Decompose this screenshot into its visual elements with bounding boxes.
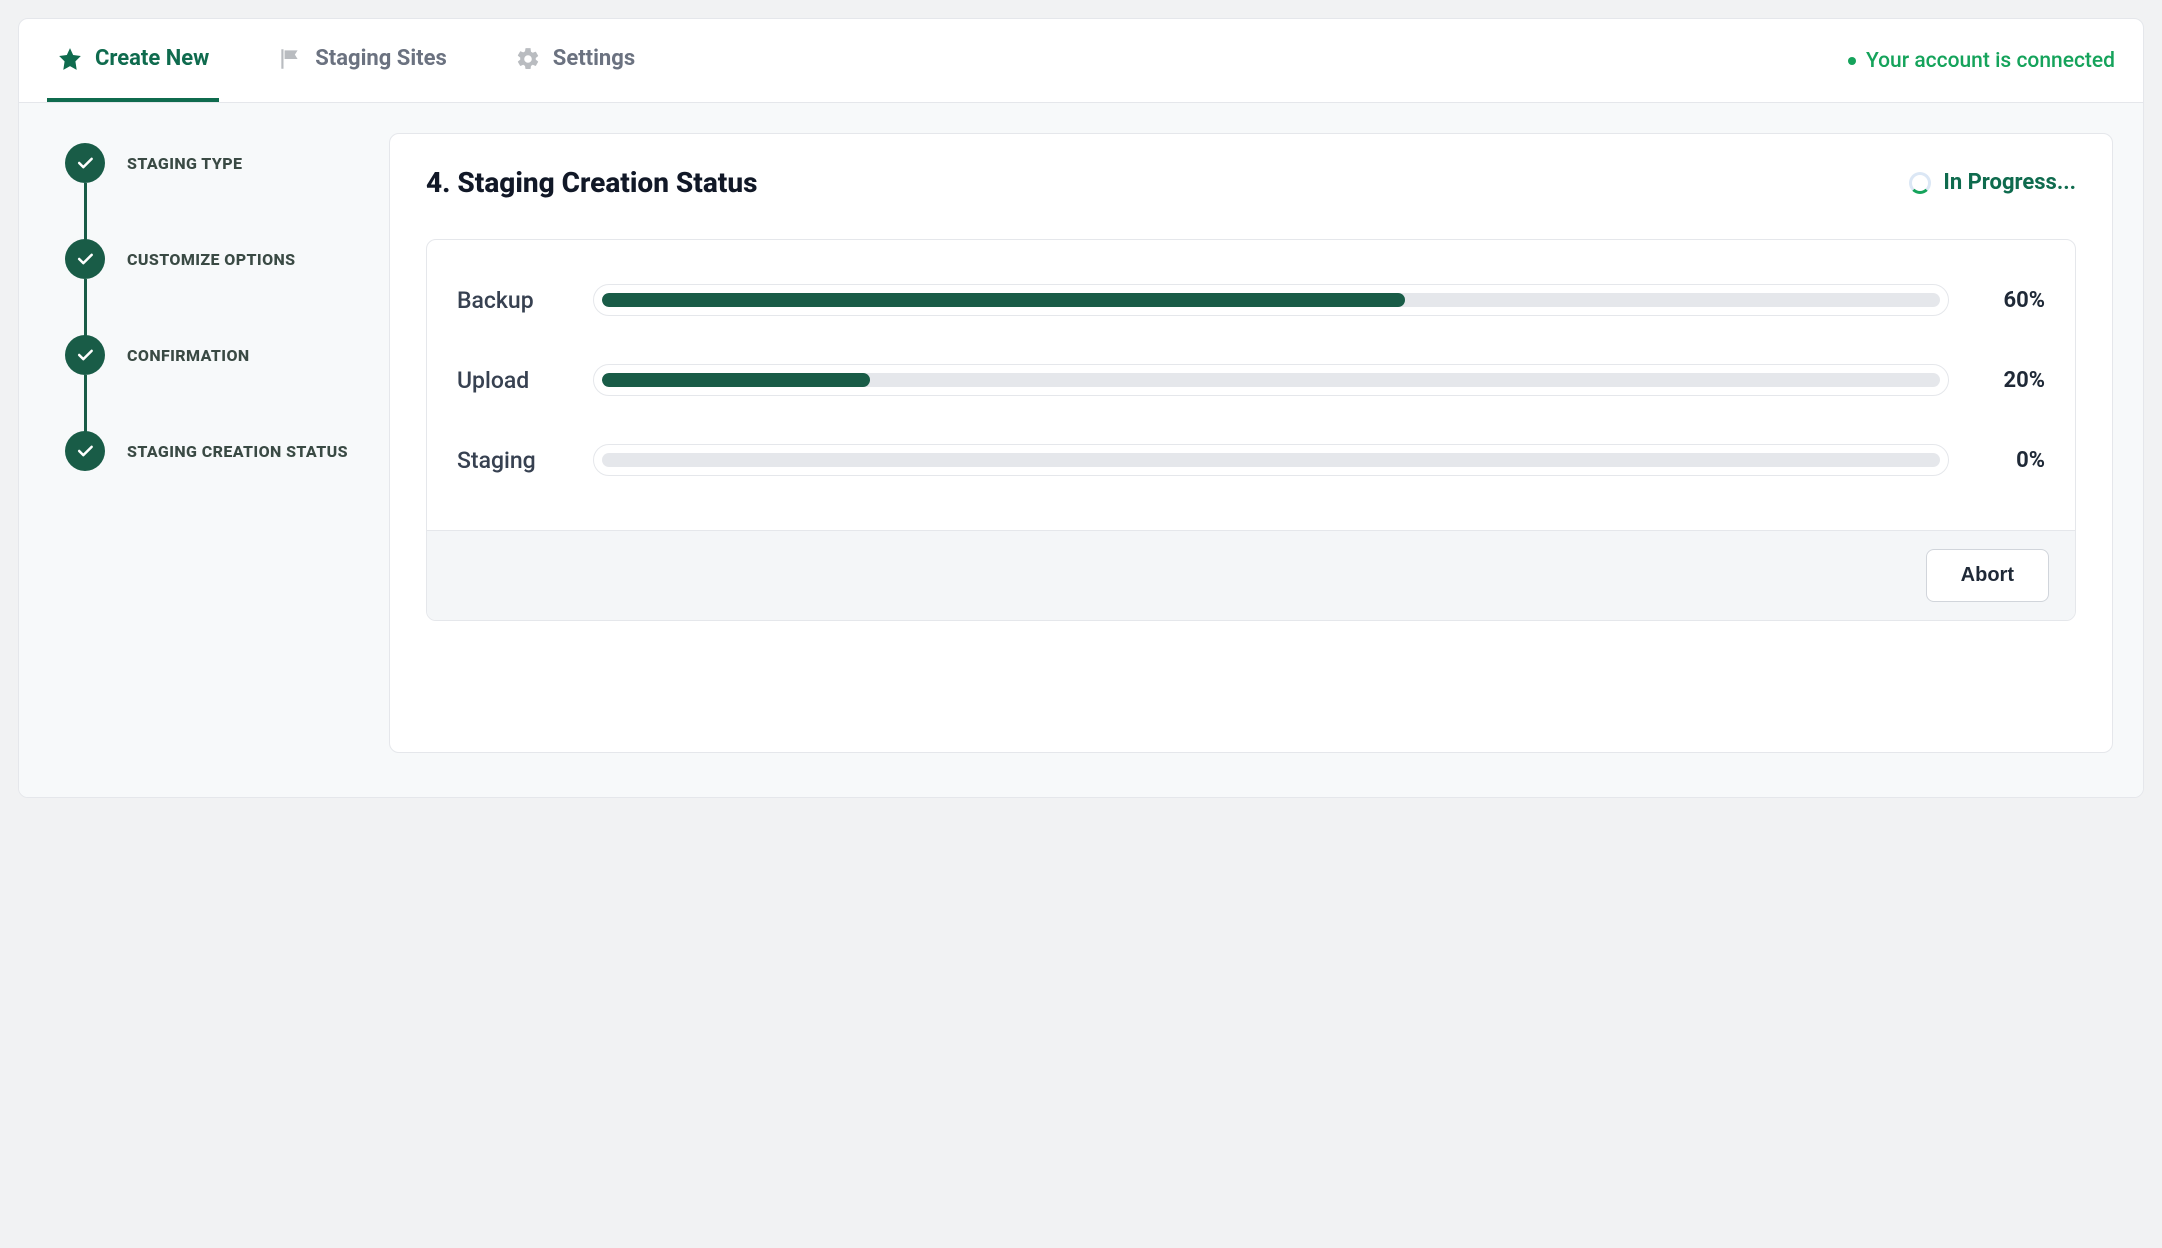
panel: 4. Staging Creation Status In Progress..…	[389, 133, 2113, 753]
account-status: Your account is connected	[1848, 49, 2115, 73]
progress-box: Backup 60% Upload 20%	[426, 239, 2076, 621]
progress-bar	[593, 444, 1949, 476]
progress-list: Backup 60% Upload 20%	[427, 240, 2075, 530]
stepper: STAGING TYPE CUSTOMIZE OPTIONS CONFIRMAT…	[19, 103, 389, 797]
step-creation-status[interactable]: STAGING CREATION STATUS	[65, 431, 359, 471]
tab-create-new[interactable]: Create New	[47, 19, 219, 102]
progress-label: Upload	[457, 367, 567, 394]
account-status-label: Your account is connected	[1866, 49, 2115, 73]
tab-staging-sites[interactable]: Staging Sites	[267, 19, 457, 102]
tab-label: Settings	[553, 46, 635, 71]
progress-row-staging: Staging 0%	[457, 420, 2045, 500]
tab-label: Staging Sites	[315, 46, 447, 71]
check-icon	[65, 335, 105, 375]
main: 4. Staging Creation Status In Progress..…	[389, 103, 2143, 797]
progress-percent: 60%	[1975, 288, 2045, 313]
star-icon	[57, 46, 83, 72]
step-customize-options[interactable]: CUSTOMIZE OPTIONS	[65, 239, 359, 335]
step-label: CUSTOMIZE OPTIONS	[127, 250, 296, 269]
top-tabs: Create New Staging Sites Settings Your a…	[19, 19, 2143, 103]
check-icon	[65, 239, 105, 279]
progress-bar	[593, 364, 1949, 396]
step-label: CONFIRMATION	[127, 346, 250, 365]
progress-bar-fill	[602, 373, 870, 387]
tab-settings[interactable]: Settings	[505, 19, 645, 102]
step-label: STAGING TYPE	[127, 154, 242, 173]
gear-icon	[515, 46, 541, 72]
tab-label: Create New	[95, 46, 209, 71]
status-label: In Progress...	[1943, 170, 2076, 195]
progress-label: Staging	[457, 447, 567, 474]
app-card: Create New Staging Sites Settings Your a…	[18, 18, 2144, 798]
body: STAGING TYPE CUSTOMIZE OPTIONS CONFIRMAT…	[19, 103, 2143, 797]
check-icon	[65, 431, 105, 471]
progress-bar	[593, 284, 1949, 316]
step-label: STAGING CREATION STATUS	[127, 442, 348, 461]
spinner-icon	[1909, 172, 1931, 194]
panel-title: 4. Staging Creation Status	[426, 166, 757, 199]
step-confirmation[interactable]: CONFIRMATION	[65, 335, 359, 431]
progress-label: Backup	[457, 287, 567, 314]
step-staging-type[interactable]: STAGING TYPE	[65, 143, 359, 239]
progress-footer: Abort	[427, 530, 2075, 620]
progress-bar-fill	[602, 293, 1405, 307]
flag-icon	[277, 46, 303, 72]
progress-row-upload: Upload 20%	[457, 340, 2045, 420]
status-pill: In Progress...	[1909, 170, 2076, 195]
progress-percent: 0%	[1975, 448, 2045, 473]
panel-header: 4. Staging Creation Status In Progress..…	[426, 166, 2076, 199]
check-icon	[65, 143, 105, 183]
progress-percent: 20%	[1975, 368, 2045, 393]
progress-row-backup: Backup 60%	[457, 260, 2045, 340]
status-dot-icon	[1848, 57, 1856, 65]
abort-button[interactable]: Abort	[1926, 549, 2049, 602]
